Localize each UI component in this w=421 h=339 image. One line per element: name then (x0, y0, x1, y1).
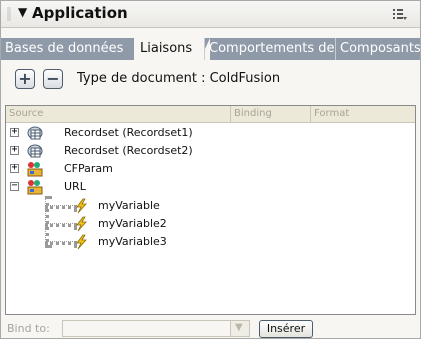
bindings-tree[interactable]: Source Binding Format + Recordset (Recor… (5, 105, 416, 315)
lightning-bolt-icon (76, 198, 87, 214)
expand-toggle[interactable]: + (10, 144, 19, 155)
tab-bar: Bases de données Liaisons Comportements … (1, 38, 420, 60)
gripper-icon[interactable] (7, 7, 11, 21)
document-type-label: Type de document : ColdFusion (77, 71, 281, 86)
expand-toggle[interactable]: + (10, 162, 19, 173)
recordset-icon (27, 126, 43, 140)
bind-to-bar: Bind to: ▼ Insérer (1, 317, 420, 339)
expand-toggle[interactable]: + (10, 126, 19, 137)
chevron-down-icon: ▼ (235, 322, 243, 333)
tree-row-label: myVariable3 (98, 235, 167, 248)
tree-row-label: Recordset (Recordset2) (64, 144, 193, 157)
tree-row-label: URL (64, 180, 86, 193)
url-icon (27, 180, 43, 195)
tree-row-label: CFParam (64, 162, 113, 175)
tree-row-url[interactable]: − URL (6, 178, 415, 196)
panel-title-bar[interactable]: ▼ Application (1, 1, 420, 28)
lightning-bolt-icon (76, 234, 87, 250)
bindings-toolbar: + − Type de document : ColdFusion (1, 64, 420, 96)
tree-row-label: myVariable2 (98, 217, 167, 230)
tree-row-myvariable2[interactable]: myVariable2 (6, 215, 415, 233)
table-header: Source Binding Format (6, 106, 415, 123)
bind-to-label: Bind to: (7, 322, 50, 335)
tree-row-cfparam[interactable]: + CFParam (6, 160, 415, 178)
tree-row-recordset2[interactable]: + Recordset (Recordset2) (6, 142, 415, 160)
tab-liaisons[interactable]: Liaisons (134, 38, 204, 60)
cfparam-icon (27, 162, 43, 177)
add-binding-button[interactable]: + (15, 69, 35, 89)
tab-comportements[interactable]: Comportements de (204, 38, 335, 60)
panel-title[interactable]: Application (32, 4, 128, 22)
bind-to-dropdown-button[interactable]: ▼ (230, 320, 250, 337)
tree-row-label: myVariable (98, 199, 160, 212)
tree-row-myvariable[interactable]: myVariable (6, 197, 415, 215)
column-header-format[interactable]: Format (310, 106, 415, 122)
insert-button[interactable]: Insérer (259, 320, 313, 338)
tree-row-label: Recordset (Recordset1) (64, 126, 193, 139)
collapse-toggle[interactable]: − (10, 180, 19, 191)
recordset-icon (27, 144, 43, 158)
lightning-bolt-icon (76, 216, 87, 232)
bind-to-select[interactable] (62, 320, 250, 337)
tree-row-recordset1[interactable]: + Recordset (Recordset1) (6, 124, 415, 142)
panel-options-icon[interactable] (393, 8, 407, 20)
minus-icon: − (46, 69, 60, 88)
plus-icon: + (18, 69, 32, 88)
tab-bases-de-donnees[interactable]: Bases de données (1, 38, 134, 60)
remove-binding-button[interactable]: − (43, 69, 63, 89)
column-header-binding[interactable]: Binding (230, 106, 310, 122)
column-header-source[interactable]: Source (6, 106, 230, 122)
application-panel: ▼ Application Bases de données Liaisons … (0, 0, 421, 339)
tree-row-myvariable3[interactable]: myVariable3 (6, 233, 415, 251)
collapse-arrow-icon[interactable]: ▼ (18, 5, 27, 19)
tab-composants[interactable]: Composants (335, 38, 420, 60)
